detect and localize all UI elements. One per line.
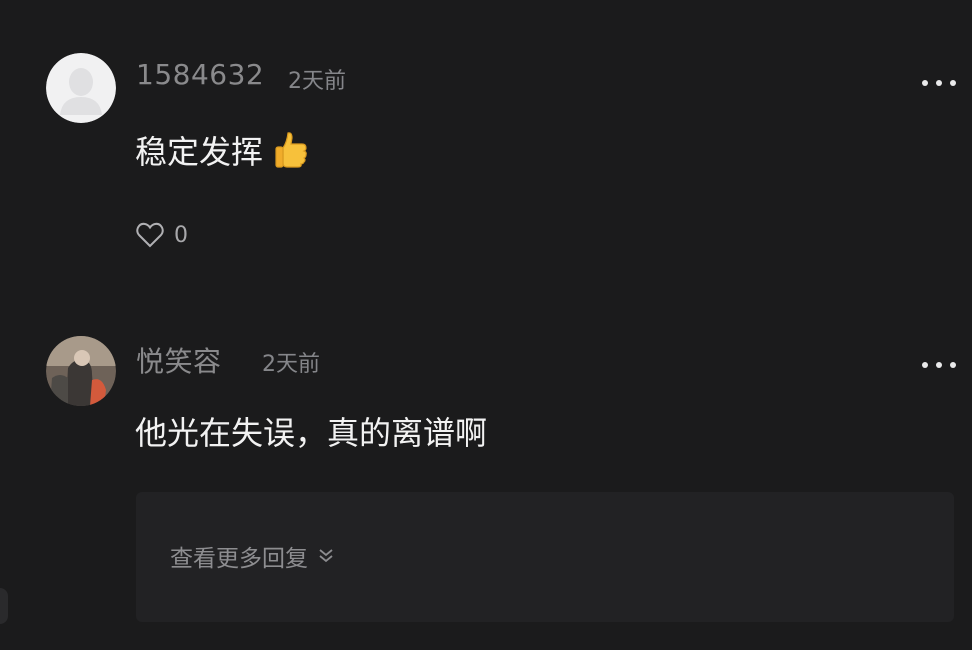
replies-panel: 查看更多回复 [136, 492, 954, 622]
more-options-icon[interactable] [922, 77, 956, 89]
timestamp: 2天前 [288, 69, 346, 94]
comment-text: 他光在失误，真的离谱啊 [135, 408, 487, 454]
view-more-replies-button[interactable]: 查看更多回复 [170, 539, 336, 573]
timestamp: 2天前 [262, 352, 320, 377]
avatar[interactable] [46, 336, 116, 406]
default-avatar-icon [46, 53, 116, 123]
thumbs-up-icon [271, 129, 311, 177]
comment-list: 1584632 2天前 稳定发挥 0 悦笑容 2天前 他光在失误，真的离谱啊 查… [0, 0, 972, 650]
scroll-edge-handle [0, 588, 8, 624]
comment-text: 稳定发挥 [135, 127, 311, 177]
more-options-icon[interactable] [922, 359, 956, 371]
comment-text-label: 他光在失误，真的离谱啊 [135, 414, 488, 452]
username[interactable]: 悦笑容 [136, 340, 222, 380]
heart-icon [136, 222, 164, 248]
like-count: 0 [174, 222, 188, 248]
user-photo-avatar [46, 336, 116, 406]
view-more-replies-label: 查看更多回复 [170, 546, 308, 572]
like-button[interactable]: 0 [136, 222, 188, 248]
username[interactable]: 1584632 [136, 58, 264, 91]
avatar[interactable] [46, 53, 116, 123]
chevron-double-down-icon [319, 549, 333, 563]
comment-text-label: 稳定发挥 [135, 133, 264, 171]
